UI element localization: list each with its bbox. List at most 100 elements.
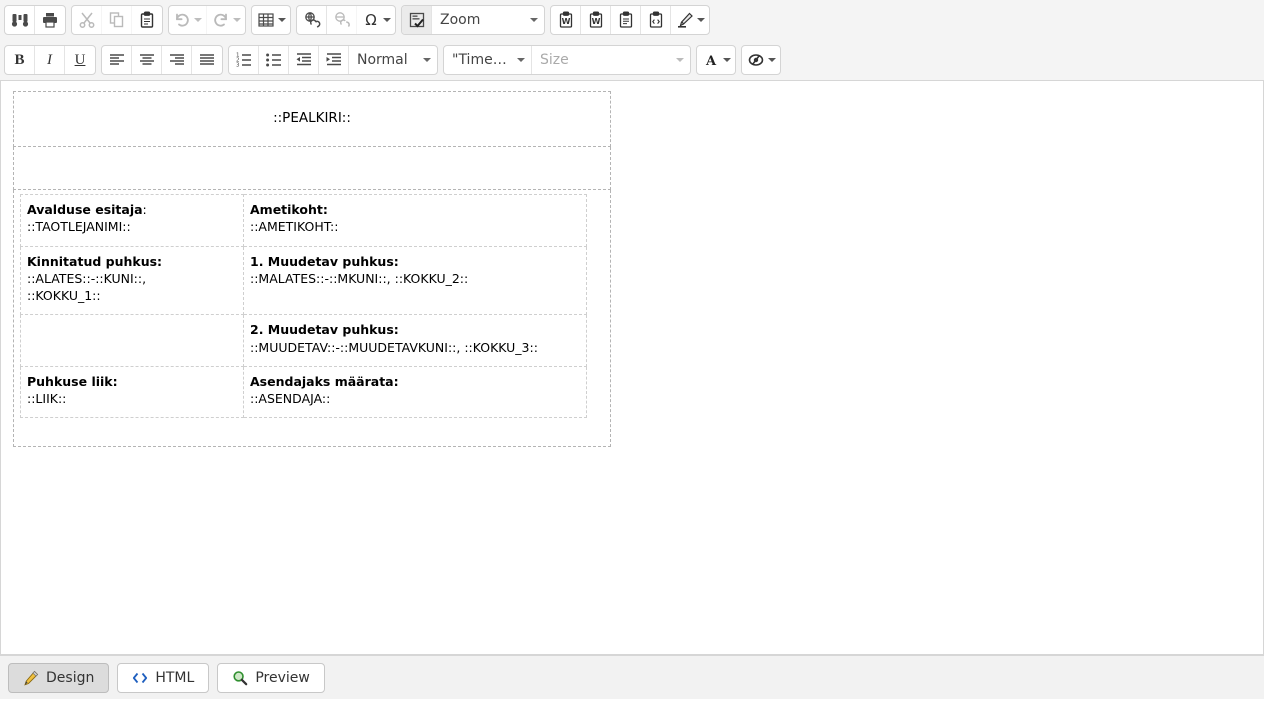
undo-icon[interactable] bbox=[169, 6, 207, 34]
undo-arrow-icon bbox=[173, 11, 191, 29]
toolbar-group-history bbox=[168, 5, 246, 35]
empty-left-cell[interactable] bbox=[20, 314, 244, 367]
align-justify-icon[interactable] bbox=[192, 46, 222, 74]
bold-button[interactable]: B bbox=[5, 46, 35, 74]
leave-type-cell[interactable]: Puhkuse liik: ::LIIK:: bbox=[20, 365, 244, 419]
font-family-select[interactable]: "Times N... bbox=[444, 46, 532, 74]
toolbar-group-bg-color bbox=[741, 45, 781, 75]
insert-field-icon[interactable] bbox=[402, 6, 432, 34]
paste-icon[interactable] bbox=[132, 6, 162, 34]
find-icon[interactable] bbox=[5, 6, 35, 34]
align-justify-glyph-icon bbox=[198, 51, 216, 69]
chevron-down-icon bbox=[696, 18, 705, 22]
paste-html-icon[interactable] bbox=[641, 6, 671, 34]
confirmed-leave-value-line2: ::KOKKU_1:: bbox=[27, 288, 101, 303]
changeable-leave-1-cell[interactable]: 1. Muudetav puhkus: ::MALATES::-::MKUNI:… bbox=[243, 245, 587, 316]
align-right-glyph-icon bbox=[168, 51, 186, 69]
changeable-leave-1-value: ::MALATES::-::MKUNI::, ::KOKKU_2:: bbox=[250, 270, 469, 286]
chevron-down-icon bbox=[382, 18, 391, 22]
field-checkbox-icon bbox=[408, 11, 426, 29]
confirmed-leave-label: Kinnitatud puhkus: bbox=[27, 253, 163, 269]
link-globe-icon bbox=[303, 11, 321, 29]
align-center-icon[interactable] bbox=[132, 46, 162, 74]
font-size-select[interactable]: Size bbox=[532, 46, 690, 74]
inner-table-host-cell[interactable]: Avalduse esitaja: ::TAOTLEJANIMI:: Ameti… bbox=[13, 189, 611, 448]
align-right-icon[interactable] bbox=[162, 46, 192, 74]
toolbar-group-align bbox=[101, 45, 223, 75]
toolbar-row-1: Ω Zoom W W bbox=[0, 0, 1264, 40]
pencil-icon bbox=[23, 670, 39, 686]
special-character-icon[interactable]: Ω bbox=[357, 6, 395, 34]
document-title-cell[interactable]: ::PEALKIRI:: bbox=[13, 91, 611, 147]
chevron-down-icon bbox=[722, 58, 731, 62]
paragraph-format-select[interactable]: Normal bbox=[349, 46, 437, 74]
position-label: Ametikoht: bbox=[250, 202, 328, 217]
confirmed-leave-cell[interactable]: Kinnitatud puhkus: ::ALATES::-::KUNI::, … bbox=[20, 245, 244, 316]
chevron-down-icon bbox=[232, 18, 241, 22]
remove-link-icon[interactable] bbox=[327, 6, 357, 34]
editor-content-area[interactable]: ::PEALKIRI:: Avalduse esitaja:::TAOTLEJ… bbox=[0, 81, 1264, 655]
paste-plain-text-icon[interactable] bbox=[611, 6, 641, 34]
tab-html-label: HTML bbox=[155, 669, 195, 686]
code-clipboard-icon bbox=[647, 11, 665, 29]
tab-design[interactable]: Design bbox=[8, 662, 110, 693]
svg-text:3: 3 bbox=[236, 63, 240, 69]
text-clipboard-icon bbox=[617, 11, 635, 29]
editor-toolbar: Ω Zoom W W B I U 1 2 3 Normal "Times Siz… bbox=[0, 0, 1264, 81]
changeable-leave-2-cell[interactable]: 2. Muudetav puhkus: ::MUUDETAV::-::MUUDE… bbox=[243, 314, 587, 367]
paste-from-word-clean-icon[interactable]: W bbox=[581, 6, 611, 34]
indent-icon[interactable] bbox=[319, 46, 349, 74]
italic-button[interactable]: I bbox=[35, 46, 65, 74]
copy-icon[interactable] bbox=[102, 6, 132, 34]
zoom-select[interactable]: Zoom bbox=[432, 6, 544, 34]
svg-text:W: W bbox=[561, 17, 570, 26]
underline-label: U bbox=[74, 51, 86, 68]
background-color-button[interactable] bbox=[742, 46, 780, 74]
substitute-cell[interactable]: Asendajaks määrata: ::ASENDAJA:: bbox=[243, 365, 587, 419]
redo-arrow-icon bbox=[212, 11, 230, 29]
bulleted-list-icon[interactable] bbox=[259, 46, 289, 74]
align-left-icon[interactable] bbox=[102, 46, 132, 74]
outer-layout-table: ::PEALKIRI:: Avalduse esitaja:::TAOTLEJ… bbox=[13, 91, 611, 448]
table-row bbox=[13, 146, 611, 190]
font-color-a-icon: A bbox=[702, 51, 720, 69]
position-value: ::AMETIKOHT:: bbox=[250, 219, 339, 235]
spacer-cell[interactable] bbox=[13, 146, 611, 190]
toolbar-group-zoom: Zoom bbox=[401, 5, 545, 35]
font-family-value: "Times N... bbox=[452, 52, 507, 68]
applicant-data-table: Avalduse esitaja: ::TAOTLEJANIMI:: Ameti… bbox=[20, 194, 587, 419]
redo-icon[interactable] bbox=[207, 6, 245, 34]
print-icon[interactable] bbox=[35, 6, 65, 34]
ordered-list-icon: 123 bbox=[235, 51, 253, 69]
insert-link-icon[interactable] bbox=[297, 6, 327, 34]
toolbar-group-link: Ω bbox=[296, 5, 396, 35]
printer-icon bbox=[41, 11, 59, 29]
table-icon[interactable] bbox=[252, 6, 290, 34]
text-color-button[interactable]: A bbox=[697, 46, 735, 74]
document-body[interactable]: ::PEALKIRI:: Avalduse esitaja:::TAOTLEJ… bbox=[1, 81, 1263, 457]
applicant-name-cell[interactable]: Avalduse esitaja: ::TAOTLEJANIMI:: bbox=[20, 194, 244, 247]
chevron-down-icon bbox=[194, 18, 202, 22]
toolbar-group-lists: 123 Normal bbox=[228, 45, 438, 75]
clipboard-icon bbox=[138, 11, 156, 29]
numbered-list-icon[interactable]: 123 bbox=[229, 46, 259, 74]
toolbar-group-document bbox=[4, 5, 66, 35]
tab-html[interactable]: HTML bbox=[117, 662, 210, 693]
substitute-value: ::ASENDAJA:: bbox=[250, 391, 331, 406]
table-row: 2. Muudetav puhkus: ::MUUDETAV::-::MUUDE… bbox=[20, 314, 587, 367]
outdent-icon[interactable] bbox=[289, 46, 319, 74]
outdent-glyph-icon bbox=[295, 51, 313, 69]
cut-icon[interactable] bbox=[72, 6, 102, 34]
underline-button[interactable]: U bbox=[65, 46, 95, 74]
paste-from-word-icon[interactable]: W bbox=[551, 6, 581, 34]
applicant-name-value: ::TAOTLEJANIMI:: bbox=[27, 219, 131, 235]
tab-preview[interactable]: Preview bbox=[217, 662, 325, 693]
unlink-icon bbox=[333, 11, 351, 29]
toolbar-group-styles: B I U bbox=[4, 45, 96, 75]
changeable-leave-2-label: 2. Muudetav puhkus: bbox=[250, 322, 399, 338]
svg-text:Ω: Ω bbox=[365, 11, 376, 29]
position-cell[interactable]: Ametikoht: ::AMETIKOHT:: bbox=[243, 194, 587, 247]
brush-icon bbox=[676, 11, 694, 29]
format-painter-icon[interactable] bbox=[671, 6, 709, 34]
table-row: Avalduse esitaja: ::TAOTLEJANIMI:: Ameti… bbox=[20, 194, 587, 247]
